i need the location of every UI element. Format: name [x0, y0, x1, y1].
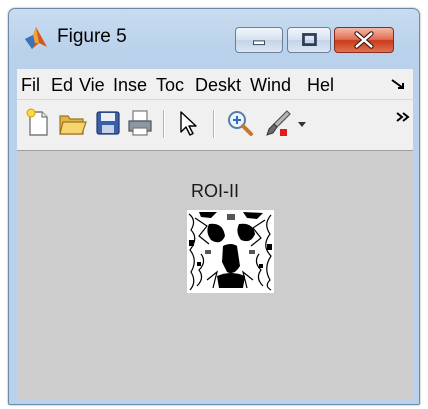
minimize-button[interactable]: [235, 27, 283, 53]
close-button[interactable]: [334, 27, 394, 53]
menu-insert[interactable]: Inse: [113, 74, 147, 96]
zoom-in-icon[interactable]: [225, 108, 255, 138]
toolbar-separator: [163, 110, 165, 138]
toolbar-separator: [213, 110, 215, 138]
toolbar-overflow-icon[interactable]: [395, 110, 411, 124]
menu-window[interactable]: Wind: [250, 74, 291, 96]
figure-window: Figure 5 Fil Ed Vie Inse Toc Deskt Wind …: [8, 8, 420, 405]
title-bar[interactable]: Figure 5: [9, 9, 419, 63]
save-icon[interactable]: [93, 108, 123, 138]
menu-file[interactable]: Fil: [21, 74, 40, 96]
window-title: Figure 5: [57, 26, 127, 47]
toolbar: [17, 100, 413, 151]
brush-icon[interactable]: [263, 108, 293, 138]
print-icon[interactable]: [125, 108, 155, 138]
maximize-button[interactable]: [287, 27, 331, 53]
minimize-icon: [253, 40, 265, 46]
menu-edit[interactable]: Ed: [51, 74, 73, 96]
menu-bar: Fil Ed Vie Inse Toc Deskt Wind Hel: [17, 69, 413, 100]
chevron-down-icon[interactable]: [295, 108, 309, 138]
maximize-icon: [302, 33, 317, 46]
roi-image: [187, 210, 274, 293]
menu-overflow-icon[interactable]: [389, 76, 407, 92]
matlab-icon: [25, 27, 47, 49]
axes-title: ROI-II: [191, 181, 239, 201]
menu-view[interactable]: Vie: [79, 74, 105, 96]
figure-canvas: ROI-II: [17, 151, 413, 400]
new-file-icon[interactable]: [23, 108, 53, 138]
open-folder-icon[interactable]: [57, 108, 87, 138]
menu-desktop[interactable]: Deskt: [195, 74, 241, 96]
menu-help[interactable]: Hel: [307, 74, 334, 96]
pointer-icon[interactable]: [173, 108, 203, 138]
close-icon: [354, 31, 374, 49]
menu-tools[interactable]: Toc: [156, 74, 184, 96]
